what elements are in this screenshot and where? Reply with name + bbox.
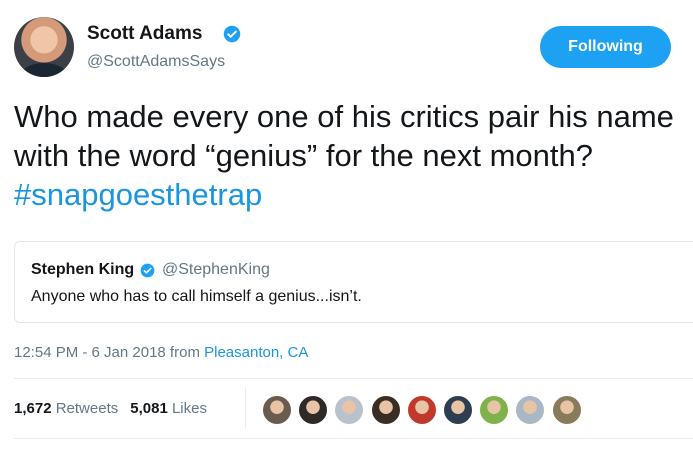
likes-count: 5,081 <box>130 400 168 417</box>
following-button[interactable]: Following <box>540 26 671 68</box>
tweet-text: Who made every one of his critics pair h… <box>14 97 684 214</box>
liker-avatar[interactable] <box>515 395 546 425</box>
retweets-count: 1,672 <box>14 400 52 417</box>
tweet-timestamp: 12:54 PM - 6 Jan 2018 from Pleasanton, C… <box>14 344 308 361</box>
location-link[interactable]: Pleasanton, CA <box>204 344 308 361</box>
author-display-name[interactable]: Scott Adams <box>87 23 202 45</box>
quoted-verified-badge-icon <box>140 263 155 278</box>
retweets-label: Retweets <box>55 400 119 417</box>
divider <box>14 438 693 439</box>
liker-avatar[interactable] <box>406 395 437 425</box>
liker-avatar[interactable] <box>298 395 329 425</box>
author-handle[interactable]: @ScottAdamsSays <box>87 53 225 71</box>
likes-label: Likes <box>171 400 207 417</box>
hashtag-link[interactable]: #snapgoesthetrap <box>14 177 262 212</box>
tweet-stats: 1,672 Retweets 5,081 Likes <box>14 400 207 417</box>
tweet: Scott Adams @ScottAdamsSays Following Wh… <box>0 0 693 449</box>
liker-avatar[interactable] <box>370 395 401 425</box>
time-text[interactable]: 12:54 PM - 6 Jan 2018 from <box>14 344 204 361</box>
liker-avatars <box>262 395 588 425</box>
liker-avatar[interactable] <box>551 395 582 425</box>
liker-avatar[interactable] <box>479 395 510 425</box>
retweets-stat[interactable]: 1,672 Retweets <box>14 400 118 417</box>
liker-avatar[interactable] <box>262 395 292 425</box>
quoted-tweet-card[interactable]: Stephen King @StephenKing Anyone who has… <box>14 241 693 323</box>
tweet-body: Who made every one of his critics pair h… <box>14 99 674 173</box>
author-avatar[interactable] <box>14 17 74 77</box>
likes-stat[interactable]: 5,081 Likes <box>130 400 207 417</box>
quoted-text: Anyone who has to call himself a genius.… <box>31 288 362 305</box>
stats-divider <box>245 388 246 428</box>
divider <box>14 378 693 379</box>
verified-badge-icon <box>223 25 241 43</box>
avatar-shirt <box>22 63 66 77</box>
quoted-handle: @StephenKing <box>162 261 270 278</box>
quoted-display-name: Stephen King <box>31 261 135 278</box>
liker-avatar[interactable] <box>442 395 473 425</box>
liker-avatar[interactable] <box>334 395 365 425</box>
